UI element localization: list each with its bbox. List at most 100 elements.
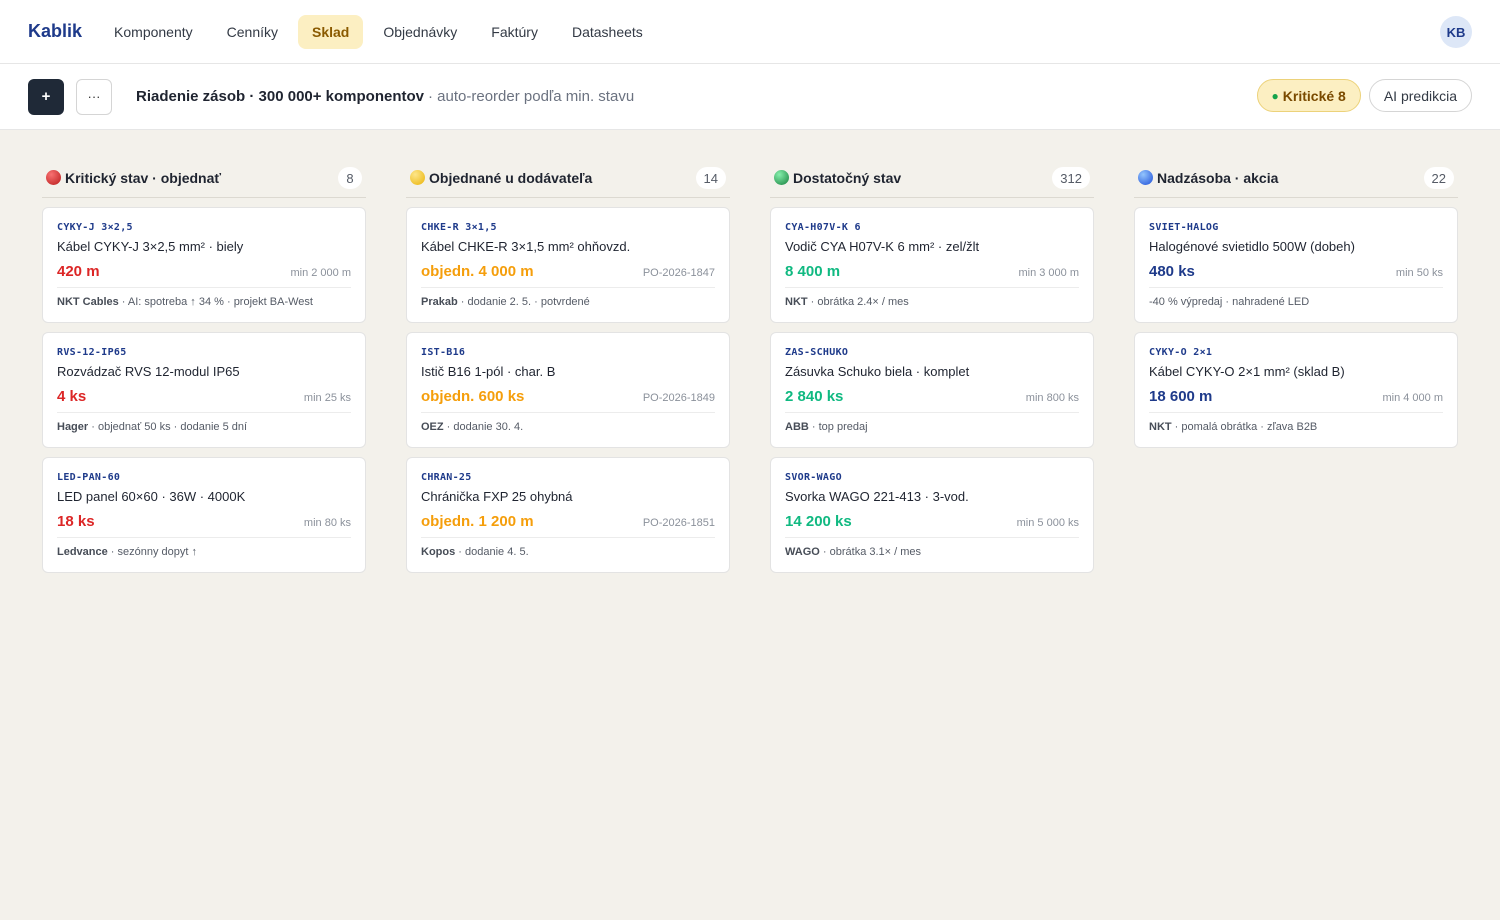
- card-meta: Hager · objednať 50 ks · dodanie 5 dní: [57, 421, 351, 433]
- nav-item-komponenty[interactable]: Komponenty: [100, 15, 207, 49]
- stock-card[interactable]: LED-PAN-60 LED panel 60×60 · 36W · 4000K…: [42, 457, 366, 573]
- vendor-name: Kopos: [421, 546, 456, 558]
- vendor-name: Ledvance: [57, 546, 108, 558]
- purchase-order-number: PO-2026-1847: [642, 267, 715, 279]
- page-toolbar: + ··· Riadenie zásob · 300 000+ komponen…: [0, 64, 1500, 130]
- card-meta: NKT · pomalá obrátka · zľava B2B: [1149, 421, 1443, 433]
- card-meta: Ledvance · sezónny dopyt ↑: [57, 546, 351, 558]
- stock-card[interactable]: ZAS-SCHUKO Zásuvka Schuko biela · komple…: [770, 332, 1094, 448]
- blue-circle-icon: [1138, 170, 1153, 185]
- min-stock: min 80 ks: [303, 517, 351, 529]
- vendor-name: OEZ: [421, 421, 444, 433]
- vendor-name: Hager: [57, 421, 89, 433]
- nav-item-datasheets[interactable]: Datasheets: [558, 15, 657, 49]
- stock-quantity: 480 ks: [1149, 263, 1195, 280]
- column-title: Kritický stav · objednať: [65, 169, 222, 186]
- card-meta-text: · dodanie 2. 5. · potvrdené: [457, 296, 590, 308]
- product-code: CHRAN-25: [421, 472, 472, 483]
- stock-card[interactable]: RVS-12-IP65 Rozvádzač RVS 12-modul IP65 …: [42, 332, 366, 448]
- product-code: CYKY-O 2×1: [1149, 347, 1213, 358]
- product-code: IST-B16: [421, 347, 466, 358]
- column-title: Nadzásoba · akcia: [1157, 169, 1279, 186]
- stock-quantity: 8 400 m: [785, 263, 841, 280]
- min-stock: min 800 ks: [1025, 392, 1079, 404]
- product-code: ZAS-SCHUKO: [785, 347, 849, 358]
- min-stock: min 2 000 m: [290, 267, 351, 279]
- top-navigation: Kablik Komponenty Cenníky Sklad Objednáv…: [0, 0, 1500, 64]
- card-meta: NKT Cables · AI: spotreba ↑ 34 % · proje…: [57, 296, 351, 308]
- stock-card[interactable]: CHKE-R 3×1,5 Kábel CHKE-R 3×1,5 mm² ohňo…: [406, 207, 730, 323]
- user-avatar[interactable]: KB: [1440, 16, 1472, 48]
- card-meta-text: · pomalá obrátka · zľava B2B: [1171, 421, 1318, 433]
- stock-quantity: 14 200 ks: [785, 513, 852, 530]
- card-meta-text: -40 % výpredaj · nahradené LED: [1149, 296, 1310, 308]
- product-code: SVOR-WAGO: [785, 472, 842, 483]
- stock-quantity: 2 840 ks: [785, 388, 844, 405]
- product-name: Zásuvka Schuko biela · komplet: [785, 364, 970, 379]
- status-dot-icon: ●: [1271, 88, 1279, 103]
- stock-card[interactable]: SVIET-HALOG Halogénové svietidlo 500W (d…: [1134, 207, 1458, 323]
- kanban-board: Kritický stav · objednať 8 CYKY-J 3×2,5 …: [0, 130, 1500, 582]
- column-count-badge: 14: [695, 167, 726, 189]
- vendor-name: NKT: [1149, 421, 1172, 433]
- min-stock: min 4 000 m: [1382, 392, 1443, 404]
- nav-item-faktury[interactable]: Faktúry: [477, 15, 552, 49]
- stock-quantity: 18 600 m: [1149, 388, 1213, 405]
- card-meta: ABB · top predaj: [785, 421, 1079, 433]
- product-name: Istič B16 1-pól · char. B: [421, 364, 556, 379]
- vendor-name: Prakab: [421, 296, 458, 308]
- product-name: Rozvádzač RVS 12-modul IP65: [57, 364, 240, 379]
- stock-quantity: 4 ks: [57, 388, 87, 405]
- critical-filter-button[interactable]: ● Kritické 8: [1256, 79, 1361, 112]
- nav-item-cenniky[interactable]: Cenníky: [213, 15, 292, 49]
- ai-prediction-button[interactable]: AI predikcia: [1368, 79, 1472, 112]
- product-name: Vodič CYA H07V-K 6 mm² · zel/žlt: [785, 239, 980, 254]
- stock-card[interactable]: CHRAN-25 Chránička FXP 25 ohybná objedn.…: [406, 457, 730, 573]
- page-subtitle: · auto-reorder podľa min. stavu: [428, 88, 635, 105]
- stock-card[interactable]: IST-B16 Istič B16 1-pól · char. B objedn…: [406, 332, 730, 448]
- app-logo[interactable]: Kablik: [28, 21, 82, 42]
- stock-quantity: 420 m: [57, 263, 100, 280]
- card-meta-text: · AI: spotreba ↑ 34 % · projekt BA-West: [118, 296, 313, 308]
- column-sufficient: Dostatočný stav 312 CYA-H07V-K 6 Vodič C…: [770, 158, 1094, 582]
- min-stock: min 25 ks: [303, 392, 351, 404]
- column-critical: Kritický stav · objednať 8 CYKY-J 3×2,5 …: [42, 158, 366, 582]
- stock-card[interactable]: SVOR-WAGO Svorka WAGO 221-413 · 3-vod. 1…: [770, 457, 1094, 573]
- card-meta: Prakab · dodanie 2. 5. · potvrdené: [421, 296, 715, 308]
- column-overstock: Nadzásoba · akcia 22 SVIET-HALOG Halogén…: [1134, 158, 1458, 582]
- purchase-order-number: PO-2026-1849: [642, 392, 715, 404]
- column-header: Objednané u dodávateľa 14: [406, 158, 730, 198]
- ordered-quantity: objedn. 600 ks: [421, 388, 525, 405]
- vendor-name: NKT Cables: [57, 296, 119, 308]
- card-meta-text: · dodanie 30. 4.: [443, 421, 524, 433]
- column-count-badge: 22: [1423, 167, 1454, 189]
- stock-card[interactable]: CYA-H07V-K 6 Vodič CYA H07V-K 6 mm² · ze…: [770, 207, 1094, 323]
- column-title: Objednané u dodávateľa: [429, 169, 593, 186]
- yellow-circle-icon: [410, 170, 425, 185]
- vendor-name: WAGO: [785, 546, 820, 558]
- product-name: Kábel CHKE-R 3×1,5 mm² ohňovzd.: [421, 239, 631, 254]
- product-name: LED panel 60×60 · 36W · 4000K: [57, 489, 246, 504]
- min-stock: min 50 ks: [1395, 267, 1443, 279]
- stock-card[interactable]: CYKY-O 2×1 Kábel CYKY-O 2×1 mm² (sklad B…: [1134, 332, 1458, 448]
- column-count-badge: 8: [338, 167, 362, 189]
- product-code: RVS-12-IP65: [57, 347, 127, 358]
- card-meta-text: · obrátka 3.1× / mes: [819, 546, 922, 558]
- purchase-order-number: PO-2026-1851: [642, 517, 715, 529]
- vendor-name: ABB: [785, 421, 809, 433]
- critical-filter-label: Kritické 8: [1282, 87, 1346, 104]
- ordered-quantity: objedn. 4 000 m: [421, 263, 534, 280]
- card-meta-text: · objednať 50 ks · dodanie 5 dní: [88, 421, 248, 433]
- red-circle-icon: [46, 170, 61, 185]
- card-meta-text: · top predaj: [808, 421, 868, 433]
- stock-card[interactable]: CYKY-J 3×2,5 Kábel CYKY-J 3×2,5 mm² · bi…: [42, 207, 366, 323]
- card-meta: Kopos · dodanie 4. 5.: [421, 546, 715, 558]
- ordered-quantity: objedn. 1 200 m: [421, 513, 534, 530]
- nav-item-sklad[interactable]: Sklad: [298, 14, 364, 49]
- add-button[interactable]: +: [28, 78, 64, 115]
- card-meta-text: · dodanie 4. 5.: [455, 546, 529, 558]
- card-meta-text: · sezónny dopyt ↑: [107, 546, 198, 558]
- nav-item-objednavky[interactable]: Objednávky: [369, 15, 471, 49]
- more-options-button[interactable]: ···: [76, 78, 112, 115]
- stock-quantity: 18 ks: [57, 513, 95, 530]
